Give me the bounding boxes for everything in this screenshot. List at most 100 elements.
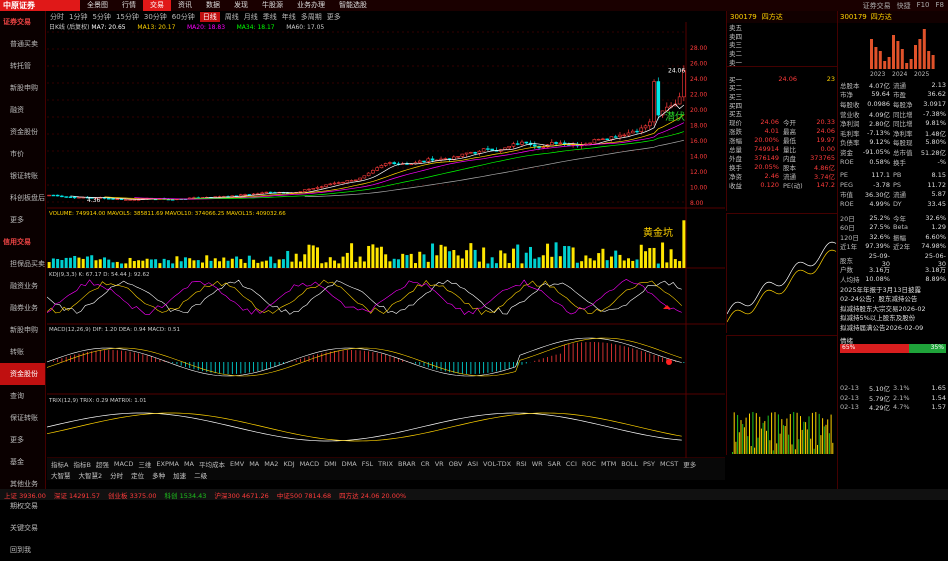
- ind-tab2-2[interactable]: 分时: [110, 470, 123, 480]
- nav-item-5[interactable]: 资金股份: [0, 121, 45, 143]
- ind-tab-31[interactable]: MCST: [660, 460, 678, 468]
- nav-item-9[interactable]: 更多: [0, 209, 45, 231]
- ind-tab2-5[interactable]: 加速: [173, 470, 186, 480]
- topright-1[interactable]: 快捷: [897, 1, 911, 11]
- ind-tab-15[interactable]: FSL: [362, 460, 373, 468]
- nav-item-10[interactable]: 信用交易: [0, 231, 45, 253]
- ind-tab-3[interactable]: MACD: [114, 460, 133, 468]
- ind-tab-1[interactable]: 指标B: [73, 459, 90, 469]
- menu-tab-1[interactable]: 行情: [115, 0, 143, 11]
- nav-item-23[interactable]: 关键交易: [0, 517, 45, 539]
- ind-tab2-0[interactable]: 大智慧: [51, 470, 71, 480]
- f10-row-val2: 1.48亿: [925, 129, 946, 138]
- volume-bar: [311, 245, 315, 268]
- ind-tab2-4[interactable]: 多种: [152, 470, 165, 480]
- period-9[interactable]: 季线: [263, 12, 277, 22]
- menu-tab-3[interactable]: 资讯: [171, 0, 199, 11]
- period-2[interactable]: 5分钟: [92, 12, 110, 22]
- ind-tab-30[interactable]: PSY: [643, 460, 655, 468]
- ind-tab-0[interactable]: 指标A: [51, 459, 68, 469]
- ind-tab2-6[interactable]: 二级: [194, 470, 207, 480]
- menu-tab-8[interactable]: 智能选股: [332, 0, 374, 11]
- kline-svg[interactable]: 28.00 26.00 24.00 22.00 20.00 18.00 16.00 14.00…: [46, 22, 725, 459]
- topright-0[interactable]: 证券交易: [863, 1, 891, 11]
- notice-2[interactable]: 拟减持5%以上股东及股份: [838, 313, 948, 322]
- period-6[interactable]: 日线: [199, 11, 220, 22]
- ind-tab-22[interactable]: VOL-TDX: [483, 460, 511, 468]
- ind-tab-26[interactable]: CCI: [566, 460, 577, 468]
- notice-3[interactable]: 拟减持届满公告2026-02-09: [838, 322, 948, 332]
- nav-item-2[interactable]: 转托管: [0, 55, 45, 77]
- ind-tab-27[interactable]: ROC: [582, 460, 596, 468]
- nav-item-24[interactable]: 回到我: [0, 539, 45, 561]
- ind-tab-7[interactable]: 平均成本: [199, 459, 225, 469]
- ind-tab-29[interactable]: BOLL: [621, 460, 638, 468]
- ind-tab-20[interactable]: OBV: [449, 460, 463, 468]
- ind-tab2-3[interactable]: 定位: [131, 470, 144, 480]
- nav-item-0[interactable]: 证券交易: [0, 11, 45, 33]
- ind-tab-21[interactable]: ASI: [468, 460, 479, 468]
- menu-tab-4[interactable]: 数据: [199, 0, 227, 11]
- ind-tab-4[interactable]: 三维: [138, 459, 151, 469]
- ind-tab-8[interactable]: EMV: [230, 460, 244, 468]
- period-4[interactable]: 30分钟: [144, 12, 167, 22]
- nav-item-3[interactable]: 新股申购: [0, 77, 45, 99]
- ind-tab2-1[interactable]: 大智慧2: [79, 470, 103, 480]
- intraday-chart[interactable]: [726, 213, 837, 333]
- period-7[interactable]: 周线: [225, 12, 239, 22]
- ind-tab-2[interactable]: 超强: [96, 459, 109, 469]
- nav-item-8[interactable]: 科创板盘后: [0, 187, 45, 209]
- kline-chart-area[interactable]: 28.00 26.00 24.00 22.00 20.00 18.00 16.00 14.00…: [46, 22, 725, 459]
- ind-tab-23[interactable]: RSI: [516, 460, 527, 468]
- nav-item-15[interactable]: 转账: [0, 341, 45, 363]
- period-11[interactable]: 多周期: [301, 12, 322, 22]
- ind-tab-10[interactable]: MA2: [264, 460, 278, 468]
- ind-tab-18[interactable]: CR: [421, 460, 430, 468]
- ind-tab-9[interactable]: MA: [249, 460, 259, 468]
- nav-item-18[interactable]: 保证转账: [0, 407, 45, 429]
- period-8[interactable]: 月线: [244, 12, 258, 22]
- volume-bar: [490, 257, 494, 268]
- notice-title[interactable]: 2025年年报于3月13日披露: [838, 284, 948, 294]
- ind-tab-6[interactable]: MA: [184, 460, 194, 468]
- menu-tab-0[interactable]: 全景图: [80, 0, 115, 11]
- menu-tab-2[interactable]: 交易: [143, 0, 171, 11]
- period-12[interactable]: 更多: [327, 12, 341, 22]
- period-10[interactable]: 年线: [282, 12, 296, 22]
- nav-item-17[interactable]: 查询: [0, 385, 45, 407]
- nav-item-7[interactable]: 银证转账: [0, 165, 45, 187]
- period-0[interactable]: 分时: [50, 12, 64, 22]
- ind-tab-14[interactable]: DMA: [342, 460, 357, 468]
- notice-0[interactable]: 02-24公告：股东减持公告: [838, 293, 948, 303]
- nav-item-19[interactable]: 更多: [0, 429, 45, 451]
- nav-item-20[interactable]: 基金: [0, 451, 45, 473]
- menu-tab-7[interactable]: 业务办理: [290, 0, 332, 11]
- nav-item-4[interactable]: 融资: [0, 99, 45, 121]
- nav-item-11[interactable]: 担保品买卖: [0, 253, 45, 275]
- nav-item-12[interactable]: 融资业务: [0, 275, 45, 297]
- nav-item-14[interactable]: 新股申购: [0, 319, 45, 341]
- period-5[interactable]: 60分钟: [172, 12, 195, 22]
- ind-tab-11[interactable]: KDJ: [283, 460, 294, 468]
- ind-tab-28[interactable]: MTM: [601, 460, 616, 468]
- topright-3[interactable]: F8: [936, 1, 944, 11]
- nav-item-6[interactable]: 市价: [0, 143, 45, 165]
- topright-2[interactable]: F10: [917, 1, 930, 11]
- menu-tab-6[interactable]: 牛股源: [255, 0, 290, 11]
- notice-1[interactable]: 拟减持股东大宗交易2026-02: [838, 303, 948, 313]
- nav-item-16[interactable]: 资金股份: [0, 363, 45, 385]
- ind-tab-17[interactable]: BRAR: [398, 460, 416, 468]
- ind-tab-13[interactable]: DMI: [324, 460, 337, 468]
- ind-tab-12[interactable]: MACD: [300, 460, 319, 468]
- period-3[interactable]: 15分钟: [116, 12, 139, 22]
- ind-tab-16[interactable]: TRIX: [378, 460, 393, 468]
- ind-tab-19[interactable]: VR: [435, 460, 444, 468]
- nav-item-13[interactable]: 融券业务: [0, 297, 45, 319]
- menu-tab-5[interactable]: 发现: [227, 0, 255, 11]
- ind-tab-5[interactable]: EXPMA: [156, 460, 179, 468]
- nav-item-1[interactable]: 普通买卖: [0, 33, 45, 55]
- ind-tab-25[interactable]: SAR: [548, 460, 561, 468]
- period-1[interactable]: 1分钟: [69, 12, 87, 22]
- ind-tab-24[interactable]: WR: [532, 460, 543, 468]
- ind-tab-32[interactable]: 更多: [683, 459, 696, 469]
